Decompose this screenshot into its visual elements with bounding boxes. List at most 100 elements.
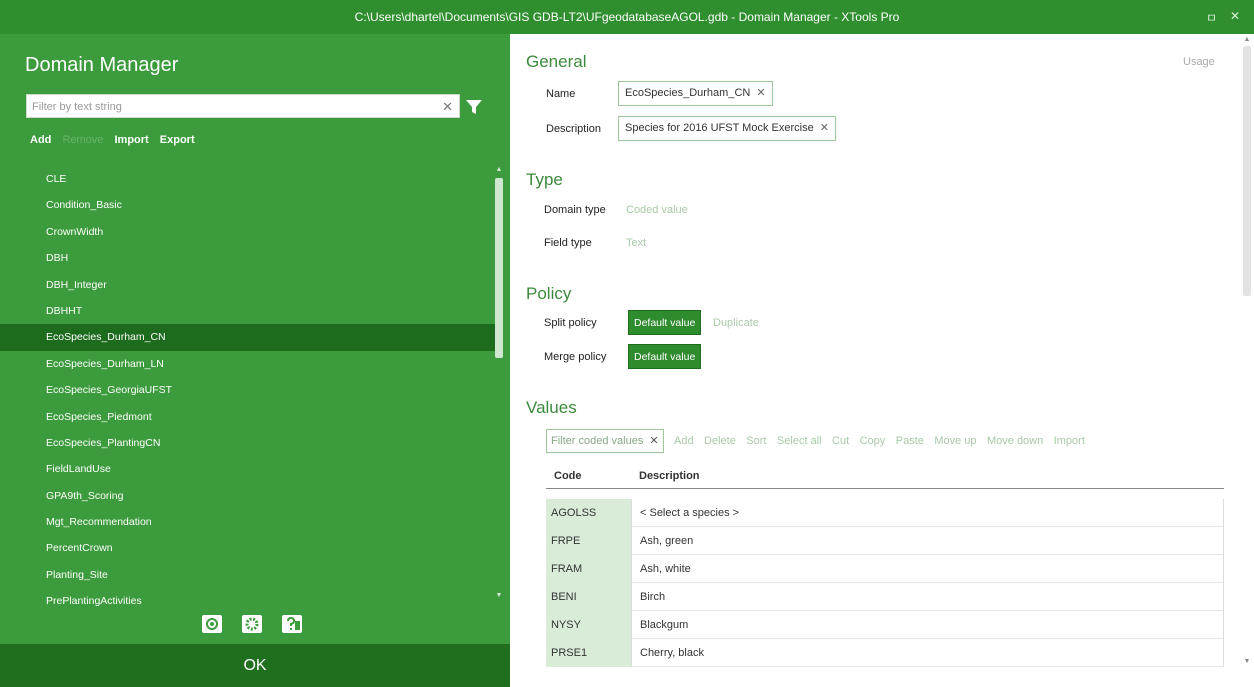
table-row[interactable]: BENI Birch [546,583,1224,611]
name-value: EcoSpecies_Durham_CN [625,87,751,99]
table-row[interactable]: FRPE Ash, green [546,527,1224,555]
scrollbar-thumb[interactable] [495,178,503,358]
split-policy-label: Split policy [544,317,597,329]
values-cut-button[interactable]: Cut [832,435,849,447]
values-delete-button[interactable]: Delete [704,435,736,447]
coded-values-rows: AGOLSS < Select a species > FRPE Ash, green… [546,499,1224,667]
close-icon[interactable]: ✕ [1230,9,1240,23]
description-cell[interactable]: Birch [631,583,1224,611]
domain-list-item[interactable]: CrownWidth [0,219,495,245]
description-value: Species for 2016 UFST Mock Exercise [625,122,814,134]
window-titlebar: C:\Users\dhartel\Documents\GIS GDB-LT2\U… [0,0,1254,34]
values-filter-placeholder: Filter coded values [551,435,644,447]
domain-filter-input[interactable] [32,98,432,115]
usage-link[interactable]: Usage [1183,56,1215,68]
code-cell[interactable]: FRAM [546,555,631,583]
values-import-button[interactable]: Import [1054,435,1085,447]
clear-values-filter-icon[interactable]: ✕ [649,435,658,447]
description-cell[interactable]: Cherry, black [631,639,1224,667]
description-cell[interactable]: Blackgum [631,611,1224,639]
panel-title: Domain Manager [25,54,179,76]
domain-list-item[interactable]: FieldLandUse [0,456,495,482]
domain-list-item[interactable]: EcoSpecies_Durham_CN [0,324,495,351]
help-icon[interactable] [279,611,305,637]
minimize-icon[interactable]: ㅁ [1206,9,1217,26]
split-duplicate-option[interactable]: Duplicate [713,317,759,329]
values-paste-button[interactable]: Paste [896,435,924,447]
merge-default-value-option[interactable]: Default value [628,344,702,369]
values-move-up-button[interactable]: Move up [934,435,976,447]
clear-name-icon[interactable]: ✕ [756,87,765,99]
domain-list-item[interactable]: CLE [0,166,495,192]
name-label: Name [546,88,576,100]
table-row[interactable]: PRSE1 Cherry, black [546,639,1224,667]
clear-filter-icon[interactable]: ✕ [442,99,453,115]
values-select-all-button[interactable]: Select all [777,435,822,447]
domain-list-panel: Domain Manager ✕ Add Remove Import Expor… [0,34,510,687]
domain-list-item[interactable]: DBHHT [0,298,495,324]
description-cell[interactable]: Ash, white [631,555,1224,583]
window-title: C:\Users\dhartel\Documents\GIS GDB-LT2\U… [354,10,900,24]
split-default-value-option[interactable]: Default value [628,310,702,335]
domain-details-panel: Usage General Name EcoSpecies_Durham_CN ✕… [510,34,1254,687]
domain-list-scrollbar[interactable]: ▲ ▼ [495,166,503,600]
values-filter-field[interactable]: Filter coded values ✕ [546,429,664,453]
clear-description-icon[interactable]: ✕ [820,122,829,134]
import-domain-button[interactable]: Import [114,134,148,146]
domain-list-item[interactable]: PrePlantingActivities [0,588,495,606]
ok-button[interactable]: OK [0,644,510,687]
domain-type-value: Coded value [626,204,688,216]
domain-list-item[interactable]: EcoSpecies_Durham_LN [0,351,495,377]
name-field[interactable]: EcoSpecies_Durham_CN ✕ [618,81,773,106]
domain-list-item[interactable]: EcoSpecies_PlantingCN [0,430,495,456]
domain-type-label: Domain type [544,204,606,216]
domain-list-item[interactable]: GPA9th_Scoring [0,483,495,509]
values-copy-button[interactable]: Copy [860,435,886,447]
settings-icon[interactable] [239,611,265,637]
domain-list-item[interactable]: EcoSpecies_Piedmont [0,404,495,430]
domain-list-item[interactable]: Condition_Basic [0,192,495,218]
code-cell[interactable]: FRPE [546,527,631,555]
email-icon[interactable] [199,611,225,637]
domain-actions: Add Remove Import Export [30,134,203,146]
remove-domain-button[interactable]: Remove [62,134,103,146]
domain-list-item[interactable]: Planting_Site [0,562,495,588]
scroll-down-icon[interactable]: ▼ [495,592,503,600]
merge-policy-label: Merge policy [544,351,607,363]
table-row[interactable]: AGOLSS < Select a species > [546,499,1224,527]
coded-values-table: Code Description AGOLSS < Select a specie… [546,462,1224,667]
values-sort-button[interactable]: Sort [746,435,766,447]
code-cell[interactable]: BENI [546,583,631,611]
domain-filter-field: ✕ [26,94,460,118]
policy-heading: Policy [526,284,572,303]
export-domain-button[interactable]: Export [160,134,195,146]
domain-list-item[interactable]: Mgt_Recommendation [0,509,495,535]
domain-list-item[interactable]: DBH_Integer [0,272,495,298]
scrollbar-thumb[interactable] [1243,46,1251,296]
table-row[interactable]: NYSY Blackgum [546,611,1224,639]
details-scrollbar[interactable]: ▲ ▼ [1240,34,1254,687]
field-type-label: Field type [544,237,592,249]
code-cell[interactable]: AGOLSS [546,499,631,527]
domain-list-item[interactable]: PercentCrown [0,535,495,561]
domain-list: CLE Condition_Basic CrownWidth DBH DBH_Integ… [0,166,495,606]
description-column-header[interactable]: Description [639,470,700,482]
description-field[interactable]: Species for 2016 UFST Mock Exercise ✕ [618,116,836,141]
values-add-button[interactable]: Add [674,435,694,447]
code-cell[interactable]: PRSE1 [546,639,631,667]
field-type-value: Text [626,237,647,249]
values-move-down-button[interactable]: Move down [987,435,1043,447]
table-row[interactable]: FRAM Ash, white [546,555,1224,583]
domain-list-item[interactable]: DBH [0,245,495,271]
scroll-up-icon[interactable]: ▲ [1243,36,1251,44]
description-cell[interactable]: < Select a species > [631,499,1224,527]
code-cell[interactable]: NYSY [546,611,631,639]
values-heading: Values [526,398,577,417]
scroll-down-icon[interactable]: ▼ [1243,658,1251,666]
code-column-header[interactable]: Code [554,470,582,482]
domain-list-item[interactable]: EcoSpecies_GeorgiaUFST [0,377,495,403]
add-domain-button[interactable]: Add [30,134,51,146]
description-cell[interactable]: Ash, green [631,527,1224,555]
filter-funnel-icon[interactable] [465,98,483,116]
scroll-up-icon[interactable]: ▲ [495,166,503,174]
